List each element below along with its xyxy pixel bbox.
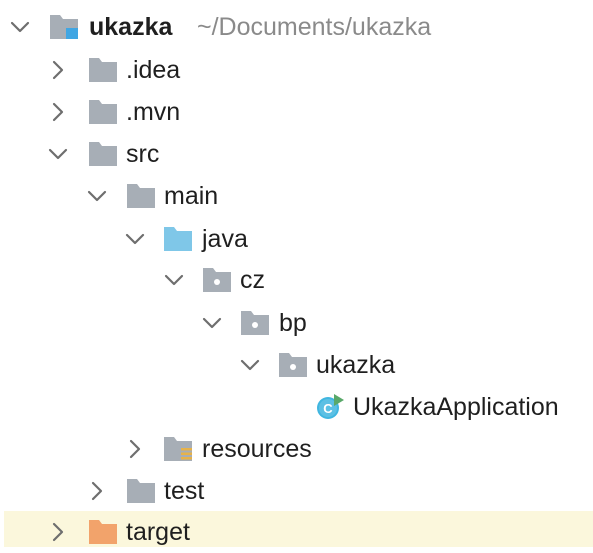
tree-row-main[interactable]: main <box>0 175 593 217</box>
tree-row-src[interactable]: src <box>0 133 593 175</box>
chevron-right-icon[interactable] <box>46 91 70 133</box>
chevron-right-icon[interactable] <box>85 470 109 512</box>
tree-row-idea[interactable]: .idea <box>0 49 593 91</box>
source-folder-icon <box>162 225 194 253</box>
folder-icon <box>87 56 119 84</box>
folder-icon <box>125 477 157 505</box>
tree-row-target[interactable]: target <box>4 511 593 547</box>
folder-label-src: src <box>126 140 160 168</box>
package-label-bp: bp <box>279 309 307 337</box>
chevron-right-icon[interactable] <box>123 428 147 470</box>
chevron-down-icon[interactable] <box>85 175 109 217</box>
package-icon <box>277 351 309 379</box>
tree-row-root[interactable]: ukazka ~/Documents/ukazka <box>0 6 593 48</box>
folder-icon <box>87 140 119 168</box>
folder-label-test: test <box>164 477 205 505</box>
package-label-ukazka: ukazka <box>316 351 396 379</box>
package-icon <box>239 309 271 337</box>
chevron-down-icon[interactable] <box>46 133 70 175</box>
tree-row-ukazka-package[interactable]: ukazka <box>0 344 593 386</box>
tree-row-ukazka-application[interactable]: C UkazkaApplication <box>0 386 593 428</box>
package-label-cz: cz <box>240 266 265 294</box>
folder-icon <box>87 98 119 126</box>
chevron-down-icon[interactable] <box>162 259 186 301</box>
chevron-down-icon[interactable] <box>238 344 262 386</box>
chevron-down-icon[interactable] <box>8 6 32 48</box>
tree-row-java[interactable]: java <box>0 218 593 260</box>
root-project-name: ukazka <box>89 13 173 41</box>
root-project-path: ~/Documents/ukazka <box>197 13 432 41</box>
chevron-down-icon[interactable] <box>200 302 224 344</box>
package-icon <box>201 266 233 294</box>
tree-row-cz[interactable]: cz <box>0 259 593 301</box>
folder-label-resources: resources <box>202 435 312 463</box>
spring-boot-class-icon: C <box>314 392 346 420</box>
class-label-ukazka-application: UkazkaApplication <box>353 393 559 421</box>
excluded-folder-icon <box>87 518 119 546</box>
tree-row-bp[interactable]: bp <box>0 302 593 344</box>
tree-row-resources[interactable]: resources <box>0 428 593 470</box>
module-folder-icon <box>48 13 80 41</box>
chevron-down-icon[interactable] <box>123 218 147 260</box>
folder-label-main: main <box>164 182 219 210</box>
project-tree: ukazka ~/Documents/ukazka .idea .mvn src <box>0 0 593 547</box>
resources-folder-icon <box>162 435 194 463</box>
svg-text:C: C <box>323 401 333 416</box>
folder-icon <box>125 182 157 210</box>
folder-label-idea: .idea <box>126 56 181 84</box>
folder-label-mvn: .mvn <box>126 98 181 126</box>
tree-row-test[interactable]: test <box>0 470 593 512</box>
folder-label-java: java <box>202 225 248 253</box>
chevron-right-icon[interactable] <box>46 49 70 91</box>
tree-row-mvn[interactable]: .mvn <box>0 91 593 133</box>
